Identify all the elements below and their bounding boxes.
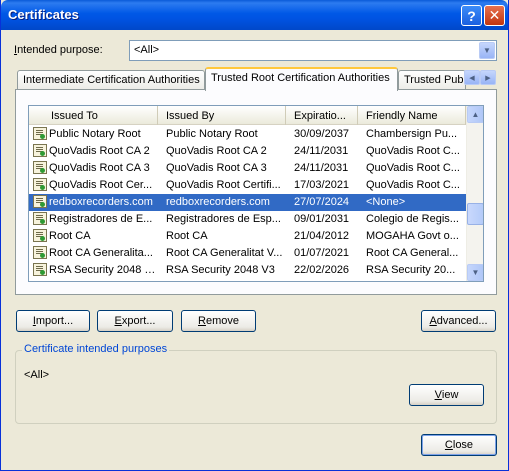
remove-button[interactable]: Remove — [181, 310, 256, 332]
table-row[interactable]: QuoVadis Root Cer... QuoVadis Root Certif… — [29, 177, 466, 194]
cell-friendly-name: QuoVadis Root C... — [366, 145, 460, 157]
cell-expiration: 09/01/2031 — [294, 213, 350, 225]
export-button[interactable]: Export... — [97, 310, 173, 332]
cell-issued-to: RSA Security 2048 V3 — [49, 264, 157, 276]
list-header: Issued To Issued By Expiratio... Friendl… — [29, 106, 466, 125]
column-friendly-name[interactable]: Friendly Name — [358, 106, 466, 125]
table-row[interactable]: Public Notary Root Public Notary Root 30/0… — [29, 126, 466, 143]
cell-issued-to: QuoVadis Root CA 2 — [49, 145, 150, 157]
cell-expiration: 01/07/2021 — [294, 247, 350, 259]
window-title: Certificates — [8, 7, 79, 22]
table-row[interactable]: RSA Security 2048 V3 RSA Security 2048 V3… — [29, 262, 466, 279]
table-row[interactable]: Root CA Generalita... Root CA Generalitat… — [29, 245, 466, 262]
arrow-right-icon[interactable]: ▶ — [480, 70, 496, 85]
table-row[interactable]: QuoVadis Root CA 2 QuoVadis Root CA 2 24/1… — [29, 143, 466, 160]
cell-expiration: 27/07/2024 — [294, 196, 350, 208]
close-icon: ✕ — [488, 7, 501, 23]
certificate-icon — [33, 212, 47, 225]
cell-friendly-name: MOGAHA Govt o... — [366, 230, 459, 242]
tab-trusted-root-ca[interactable]: Trusted Root Certification Authorities — [205, 67, 398, 91]
title-bar[interactable]: Certificates ? ✕ — [1, 0, 508, 30]
certificate-icon — [33, 178, 47, 191]
cell-friendly-name: <None> — [366, 196, 406, 208]
cell-friendly-name: Colegio de Regis... — [366, 213, 459, 225]
table-row[interactable]: Root CA Root CA 21/04/2012 MOGAHA Govt o... — [29, 228, 466, 245]
certificate-icon — [33, 144, 47, 157]
certificate-list[interactable]: Issued To Issued By Expiratio... Friendl… — [28, 105, 484, 282]
arrow-down-icon[interactable]: ▼ — [467, 264, 483, 281]
cell-issued-to: Public Notary Root — [49, 128, 141, 140]
cell-issued-by: Root CA — [166, 230, 208, 242]
certificate-icon — [33, 246, 47, 259]
certificate-icon — [33, 195, 47, 208]
cell-issued-by: Public Notary Root — [166, 128, 258, 140]
cell-issued-by: QuoVadis Root Certifi... — [166, 179, 281, 191]
cell-issued-by: redboxrecorders.com — [166, 196, 270, 208]
table-row[interactable]: redboxrecorders.com redboxrecorders.com 27… — [29, 194, 466, 211]
cell-friendly-name: QuoVadis Root C... — [366, 179, 460, 191]
advanced-button[interactable]: Advanced... — [421, 310, 496, 332]
cell-expiration: 22/02/2026 — [294, 264, 350, 276]
certificate-icon — [33, 127, 47, 140]
cell-expiration: 21/04/2012 — [294, 230, 350, 242]
group-title: Certificate intended purposes — [22, 343, 170, 355]
intended-purpose-value: <All> — [134, 44, 160, 56]
cell-friendly-name: Chambersign Pu... — [366, 128, 458, 140]
cell-issued-to: QuoVadis Root CA 3 — [49, 162, 150, 174]
cell-issued-to: redboxrecorders.com — [49, 196, 153, 208]
intended-purpose-select[interactable]: <All> ▼ — [129, 40, 497, 61]
cell-expiration: 24/11/2031 — [294, 145, 349, 157]
arrow-up-icon[interactable]: ▲ — [467, 106, 483, 123]
cell-issued-to: Root CA — [49, 230, 91, 242]
cell-issued-by: Root CA Generalitat V... — [166, 247, 283, 259]
arrow-left-icon[interactable]: ◀ — [464, 70, 480, 85]
cell-expiration: 24/11/2031 — [294, 162, 349, 174]
tab-panel: Issued To Issued By Expiratio... Friendl… — [15, 89, 497, 295]
close-window-button[interactable]: ✕ — [484, 5, 505, 26]
cell-issued-by: QuoVadis Root CA 3 — [166, 162, 267, 174]
view-button[interactable]: View — [409, 384, 484, 406]
cell-friendly-name: RSA Security 20... — [366, 264, 456, 276]
tab-trusted-publishers[interactable]: Trusted Publ — [398, 70, 466, 90]
cell-issued-by: RSA Security 2048 V3 — [166, 264, 275, 276]
certificate-icon — [33, 263, 47, 276]
chevron-down-icon[interactable]: ▼ — [479, 42, 495, 59]
certificate-intended-purposes-group: Certificate intended purposes <All> View — [15, 343, 497, 424]
table-row[interactable]: Registradores de E... Registradores de Es… — [29, 211, 466, 228]
help-icon: ? — [467, 7, 476, 24]
cell-issued-by: QuoVadis Root CA 2 — [166, 145, 267, 157]
help-button[interactable]: ? — [461, 5, 482, 26]
column-expiration[interactable]: Expiratio... — [286, 106, 358, 125]
cell-issued-to: Registradores de E... — [49, 213, 153, 225]
cell-expiration: 30/09/2037 — [294, 128, 350, 140]
table-row[interactable]: QuoVadis Root CA 3 QuoVadis Root CA 3 24/1… — [29, 160, 466, 177]
purposes-value: <All> — [24, 369, 50, 381]
vertical-scrollbar[interactable]: ▲ ▼ — [466, 106, 483, 281]
cell-issued-to: Root CA Generalita... — [49, 247, 153, 259]
import-button[interactable]: Import... — [16, 310, 90, 332]
cell-expiration: 17/03/2021 — [294, 179, 350, 191]
cell-friendly-name: Root CA General... — [366, 247, 459, 259]
close-button[interactable]: Close — [421, 434, 497, 456]
cell-friendly-name: QuoVadis Root C... — [366, 162, 460, 174]
scroll-thumb[interactable] — [467, 203, 483, 225]
column-issued-by[interactable]: Issued By — [158, 106, 286, 125]
certificate-icon — [33, 161, 47, 174]
certificates-dialog: Certificates ? ✕ Intended purpose: <All>… — [0, 0, 509, 471]
column-issued-to[interactable]: Issued To — [29, 106, 158, 125]
certificate-icon — [33, 229, 47, 242]
intended-purpose-label: Intended purpose: — [14, 44, 103, 56]
cell-issued-by: Registradores de Esp... — [166, 213, 281, 225]
cell-issued-to: QuoVadis Root Cer... — [49, 179, 153, 191]
tab-intermediate-ca[interactable]: Intermediate Certification Authorities — [17, 70, 205, 90]
